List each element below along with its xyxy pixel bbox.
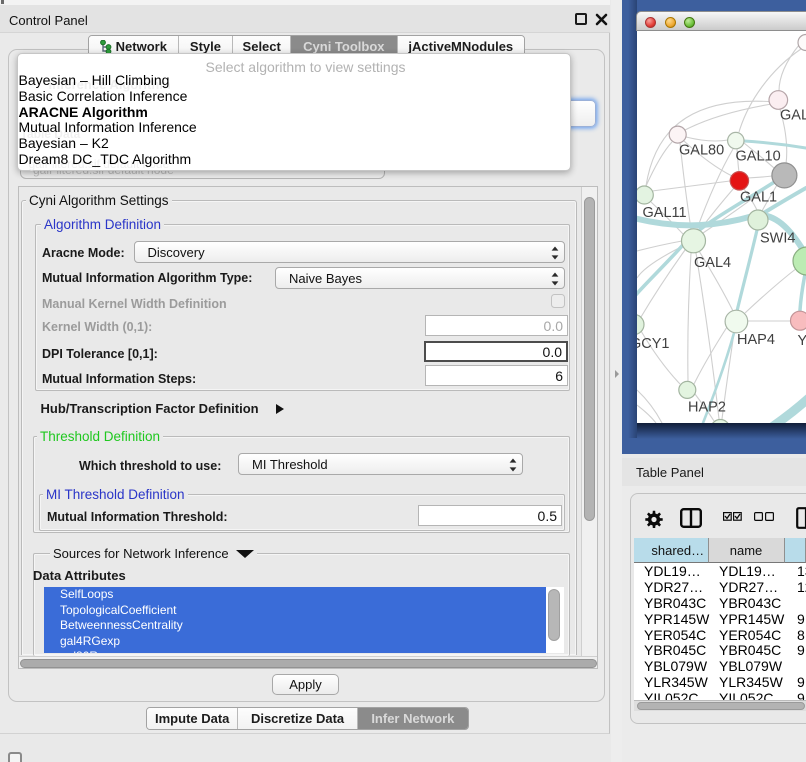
svg-text:SWI4: SWI4 xyxy=(760,231,795,247)
svg-text:GAL11: GAL11 xyxy=(643,205,687,221)
svg-text:GAL4: GAL4 xyxy=(694,255,731,271)
svg-text:YIL: YIL xyxy=(798,333,806,349)
svg-text:HAP4: HAP4 xyxy=(737,332,775,348)
svg-text:GAL2: GAL2 xyxy=(780,108,806,124)
svg-text:GAL80: GAL80 xyxy=(679,143,724,159)
svg-text:HAP2: HAP2 xyxy=(688,400,726,416)
svg-text:GAL10: GAL10 xyxy=(736,149,781,165)
svg-text:GCY1: GCY1 xyxy=(637,336,670,352)
svg-text:GAL1: GAL1 xyxy=(740,190,777,206)
